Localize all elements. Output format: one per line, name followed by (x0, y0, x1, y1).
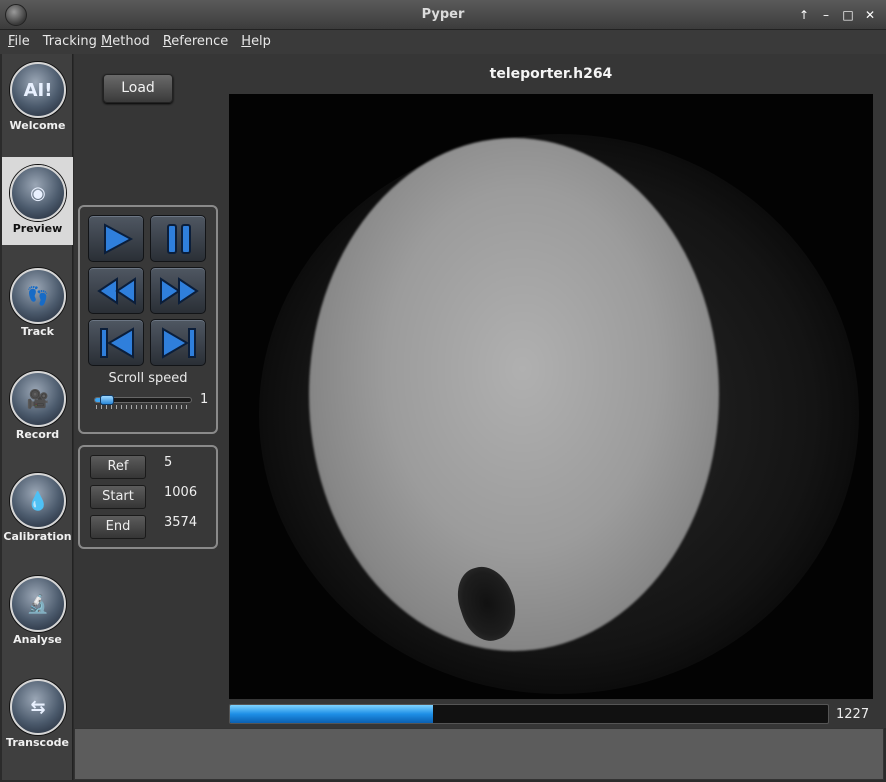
playback-controls: Scroll speed 1 (78, 205, 218, 434)
camera-icon: 🎥 (10, 371, 66, 427)
sidebar-nav: AI! Welcome ◉ Preview 👣 Track 🎥 Record 💧… (2, 54, 73, 780)
slider-handle[interactable] (99, 395, 114, 405)
slider-ticks (96, 405, 190, 409)
play-icon (104, 223, 134, 255)
welcome-icon: AI! (10, 62, 66, 118)
window-title: Pyper (421, 7, 465, 22)
progress-fill (230, 705, 434, 723)
video-title: teleporter.h264 (489, 66, 613, 82)
menu-file[interactable]: File (8, 30, 37, 54)
play-button[interactable] (88, 215, 144, 262)
nav-label-track: Track (21, 325, 54, 338)
menu-tracking-method[interactable]: Tracking Method (43, 30, 157, 54)
nav-label-calibration: Calibration (3, 530, 72, 543)
eye-icon: ◉ (10, 165, 66, 221)
nav-item-welcome[interactable]: AI! Welcome (2, 54, 73, 142)
status-area (74, 728, 884, 780)
rewind-button[interactable] (88, 267, 144, 314)
skip-to-end-button[interactable] (150, 319, 206, 366)
current-frame-count: 1227 (836, 707, 870, 722)
nav-label-preview: Preview (12, 222, 63, 235)
transcode-icon: ⇆ (10, 679, 66, 735)
scroll-speed-slider[interactable] (94, 395, 192, 405)
analyse-icon: 🔬 (10, 576, 66, 632)
window-controls: ↑ – □ ✕ (794, 5, 880, 25)
close-button[interactable]: ✕ (860, 5, 880, 25)
ref-button[interactable]: Ref (90, 455, 146, 479)
scroll-speed-label: Scroll speed (108, 371, 188, 386)
pause-button[interactable] (150, 215, 206, 262)
video-subject (309, 138, 719, 651)
skip-to-start-button[interactable] (88, 319, 144, 366)
nav-label-welcome: Welcome (9, 119, 66, 132)
footprints-icon: 👣 (10, 268, 66, 324)
fast-forward-icon (160, 277, 199, 305)
maximize-button[interactable]: □ (838, 5, 858, 25)
pause-icon (167, 224, 191, 254)
start-value: 1006 (164, 485, 198, 500)
scroll-speed-value: 1 (200, 392, 209, 407)
video-progress-bar[interactable] (229, 704, 829, 724)
menu-help[interactable]: Help (241, 30, 278, 54)
end-button[interactable]: End (90, 515, 146, 539)
drop-icon: 💧 (10, 473, 66, 529)
nav-item-track[interactable]: 👣 Track (2, 260, 73, 348)
keep-above-button[interactable]: ↑ (794, 5, 814, 25)
nav-label-analyse: Analyse (13, 633, 62, 646)
menu-reference[interactable]: Reference (163, 30, 235, 54)
nav-item-preview[interactable]: ◉ Preview (2, 157, 73, 245)
ref-value: 5 (164, 455, 173, 470)
menu-bar: File Tracking Method Reference Help (0, 30, 886, 54)
video-preview[interactable] (229, 94, 873, 699)
skip-start-icon (100, 327, 134, 359)
nav-label-transcode: Transcode (6, 736, 69, 749)
nav-item-calibration[interactable]: 💧 Calibration (2, 465, 73, 553)
nav-label-record: Record (15, 428, 60, 441)
end-value: 3574 (164, 515, 198, 530)
nav-item-record[interactable]: 🎥 Record (2, 363, 73, 451)
rewind-icon (97, 277, 136, 305)
nav-item-transcode[interactable]: ⇆ Transcode (2, 671, 73, 759)
skip-end-icon (162, 327, 196, 359)
start-button[interactable]: Start (90, 485, 146, 509)
minimize-button[interactable]: – (816, 5, 836, 25)
title-bar: Pyper ↑ – □ ✕ (0, 0, 886, 30)
main-panel: Load Scroll speed 1 Ref 5 Start 1006 End… (74, 54, 886, 728)
nav-item-analyse[interactable]: 🔬 Analyse (2, 568, 73, 656)
fast-forward-button[interactable] (150, 267, 206, 314)
load-button[interactable]: Load (103, 74, 173, 103)
frame-markers-panel: Ref 5 Start 1006 End 3574 (78, 445, 218, 549)
